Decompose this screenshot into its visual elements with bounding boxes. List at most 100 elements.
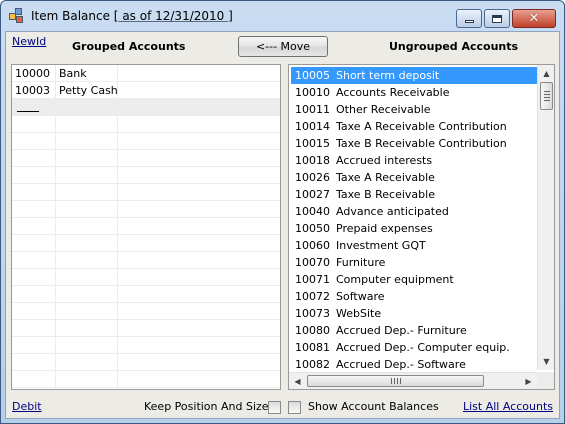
empty-cell[interactable] xyxy=(56,184,118,201)
empty-cell[interactable] xyxy=(118,235,280,252)
empty-cell[interactable] xyxy=(56,354,118,371)
empty-cell[interactable] xyxy=(56,252,118,269)
empty-cell[interactable] xyxy=(12,252,56,269)
empty-cell[interactable] xyxy=(12,337,56,354)
empty-cell[interactable] xyxy=(12,269,56,286)
list-item[interactable]: 10072 Software xyxy=(289,288,537,305)
empty-cell[interactable] xyxy=(56,337,118,354)
empty-cell[interactable] xyxy=(12,286,56,303)
empty-cell[interactable] xyxy=(118,150,280,167)
empty-cell[interactable] xyxy=(56,150,118,167)
empty-cell[interactable] xyxy=(12,235,56,252)
empty-cell[interactable] xyxy=(12,99,56,116)
move-button[interactable]: <--- Move xyxy=(238,36,328,57)
empty-cell[interactable] xyxy=(118,286,280,303)
empty-row[interactable] xyxy=(12,337,280,354)
empty-row[interactable] xyxy=(12,184,280,201)
scroll-right-icon[interactable]: ▶ xyxy=(520,373,537,389)
newid-link[interactable]: NewId xyxy=(12,35,46,48)
list-item[interactable]: 10082 Accrued Dep.- Software xyxy=(289,356,537,370)
table-row[interactable]: 10003 Petty Cash xyxy=(12,82,280,99)
empty-cell[interactable] xyxy=(118,167,280,184)
empty-cell[interactable] xyxy=(118,82,280,99)
empty-cell[interactable] xyxy=(12,218,56,235)
list-item[interactable]: 10026 Taxe A Receivable xyxy=(289,169,537,186)
minimize-button[interactable] xyxy=(456,9,482,28)
list-item[interactable]: 10071 Computer equipment xyxy=(289,271,537,288)
show-account-balances-checkbox[interactable] xyxy=(288,401,301,414)
empty-cell[interactable] xyxy=(12,371,56,388)
list-item[interactable]: 10050 Prepaid expenses xyxy=(289,220,537,237)
grouped-accounts-grid[interactable]: 10000 Bank 10003 Petty Cash xyxy=(11,64,281,390)
new-row[interactable] xyxy=(12,99,280,116)
ungrouped-accounts-list[interactable]: 10005 Short term deposit 10010 Accounts Rec… xyxy=(288,64,555,390)
title-bar[interactable]: Item Balance [ as of 12/31/2010 ] ✕ xyxy=(1,1,564,31)
horizontal-scrollbar[interactable]: ◀ ▶ xyxy=(289,372,537,389)
account-code-cell[interactable]: 10000 xyxy=(12,65,56,82)
debit-link[interactable]: Debit xyxy=(12,400,42,413)
empty-cell[interactable] xyxy=(56,269,118,286)
scroll-up-icon[interactable]: ▲ xyxy=(538,65,554,82)
empty-cell[interactable] xyxy=(118,252,280,269)
empty-cell[interactable] xyxy=(12,133,56,150)
empty-cell[interactable] xyxy=(56,218,118,235)
empty-cell[interactable] xyxy=(12,116,56,133)
empty-cell[interactable] xyxy=(118,354,280,371)
account-name-cell[interactable]: Petty Cash xyxy=(56,82,118,99)
vertical-scrollbar[interactable]: ▲ ▼ xyxy=(537,65,554,370)
list-item[interactable]: 10040 Advance anticipated xyxy=(289,203,537,220)
empty-row[interactable] xyxy=(12,201,280,218)
list-item[interactable]: 10014 Taxe A Receivable Contribution xyxy=(289,118,537,135)
empty-row[interactable] xyxy=(12,269,280,286)
empty-cell[interactable] xyxy=(118,184,280,201)
empty-row[interactable] xyxy=(12,320,280,337)
list-item[interactable]: 10015 Taxe B Receivable Contribution xyxy=(289,135,537,152)
empty-row[interactable] xyxy=(12,116,280,133)
list-item[interactable]: 10081 Accrued Dep.- Computer equip. xyxy=(289,339,537,356)
empty-cell[interactable] xyxy=(12,150,56,167)
vertical-scroll-thumb[interactable] xyxy=(540,82,553,110)
empty-cell[interactable] xyxy=(118,337,280,354)
empty-cell[interactable] xyxy=(56,371,118,388)
list-item[interactable]: 10073 WebSite xyxy=(289,305,537,322)
empty-row[interactable] xyxy=(12,167,280,184)
close-button[interactable]: ✕ xyxy=(512,9,556,28)
list-item[interactable]: 10010 Accounts Receivable xyxy=(289,84,537,101)
empty-row[interactable] xyxy=(12,286,280,303)
empty-cell[interactable] xyxy=(56,116,118,133)
empty-cell[interactable] xyxy=(56,99,118,116)
scroll-down-icon[interactable]: ▼ xyxy=(538,353,554,370)
empty-cell[interactable] xyxy=(56,167,118,184)
empty-cell[interactable] xyxy=(118,201,280,218)
empty-cell[interactable] xyxy=(12,167,56,184)
empty-row[interactable] xyxy=(12,235,280,252)
empty-cell[interactable] xyxy=(12,303,56,320)
empty-row[interactable] xyxy=(12,371,280,388)
empty-cell[interactable] xyxy=(118,371,280,388)
empty-row[interactable] xyxy=(12,354,280,371)
scroll-left-icon[interactable]: ◀ xyxy=(289,373,306,389)
empty-cell[interactable] xyxy=(12,320,56,337)
empty-row[interactable] xyxy=(12,252,280,269)
maximize-button[interactable] xyxy=(484,9,510,28)
list-item[interactable]: 10018 Accrued interests xyxy=(289,152,537,169)
empty-cell[interactable] xyxy=(56,133,118,150)
empty-cell[interactable] xyxy=(118,65,280,82)
empty-cell[interactable] xyxy=(56,286,118,303)
empty-row[interactable] xyxy=(12,150,280,167)
keep-position-checkbox[interactable] xyxy=(268,401,281,414)
list-item[interactable]: 10060 Investment GQT xyxy=(289,237,537,254)
empty-cell[interactable] xyxy=(118,320,280,337)
list-item[interactable]: 10080 Accrued Dep.- Furniture xyxy=(289,322,537,339)
account-name-cell[interactable]: Bank xyxy=(56,65,118,82)
empty-cell[interactable] xyxy=(56,201,118,218)
list-item[interactable]: 10011 Other Receivable xyxy=(289,101,537,118)
horizontal-scroll-thumb[interactable] xyxy=(307,375,484,387)
list-item[interactable]: 10070 Furniture xyxy=(289,254,537,271)
table-row[interactable]: 10000 Bank xyxy=(12,65,280,82)
empty-cell[interactable] xyxy=(118,269,280,286)
empty-row[interactable] xyxy=(12,133,280,150)
list-item[interactable]: 10005 Short term deposit xyxy=(291,67,537,84)
empty-cell[interactable] xyxy=(56,235,118,252)
empty-cell[interactable] xyxy=(56,303,118,320)
